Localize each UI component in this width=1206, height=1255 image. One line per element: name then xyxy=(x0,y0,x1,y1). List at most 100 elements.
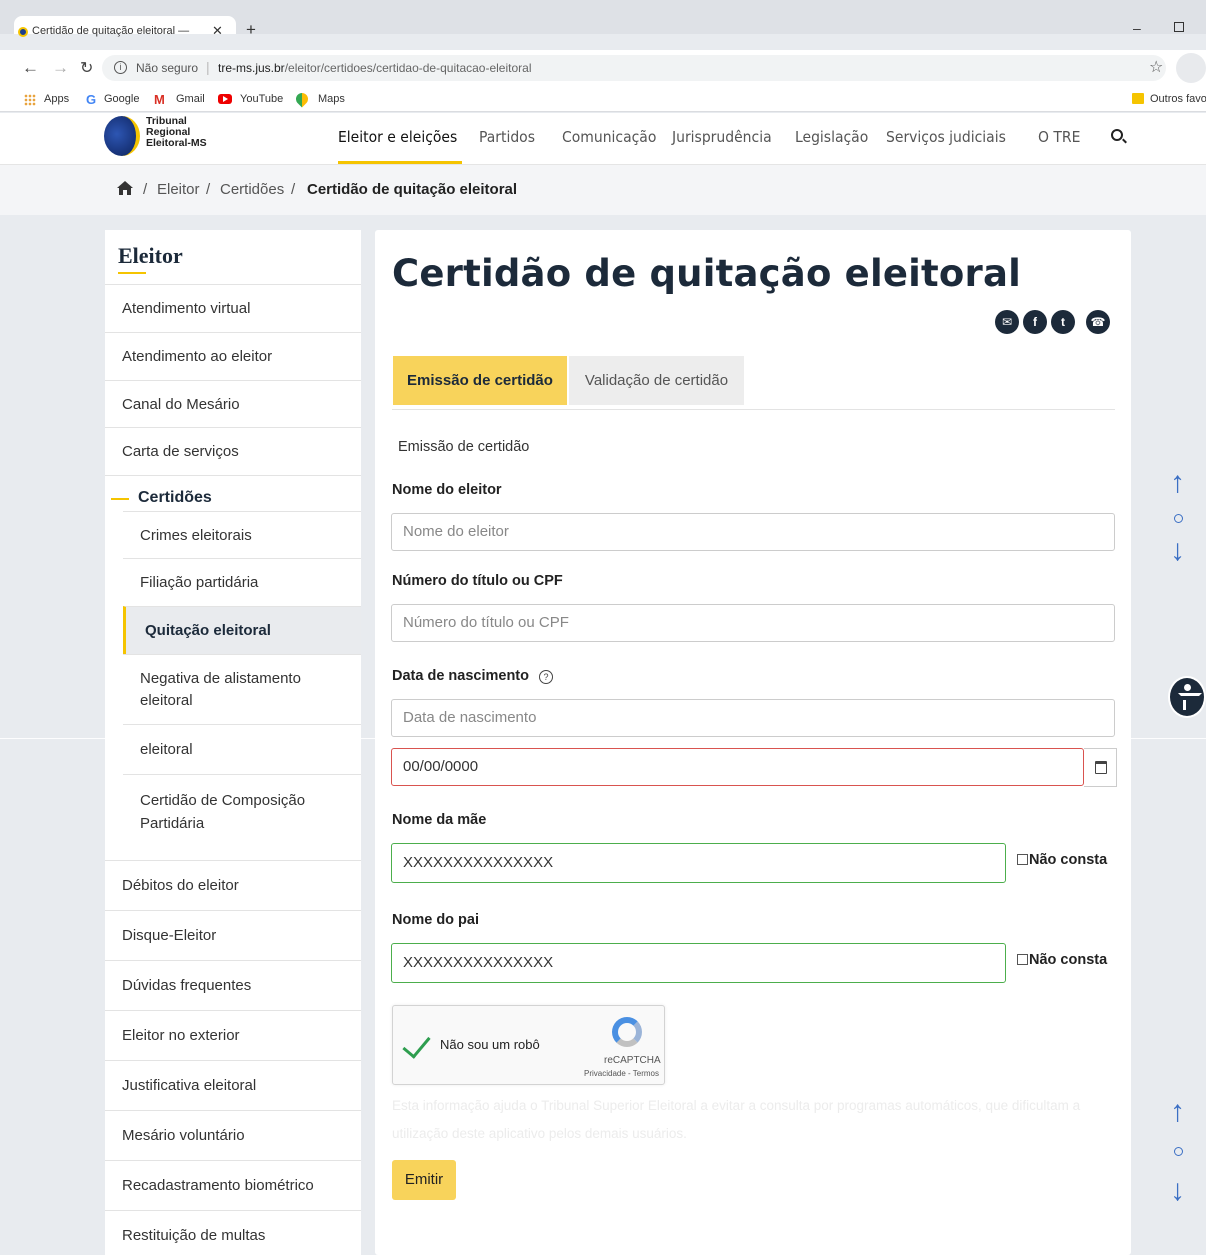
nav-legislacao[interactable]: Legislação xyxy=(795,128,868,146)
sidebar-item-debitos-eleitor[interactable]: Débitos do eleitor xyxy=(105,860,361,910)
twitter-icon[interactable]: t xyxy=(1051,310,1075,334)
breadcrumb-separator: / xyxy=(143,181,148,198)
pai-nao-consta-checkbox[interactable]: Não consta xyxy=(1017,952,1107,968)
sidebar-item-atendimento-eleitor[interactable]: Atendimento ao eleitor xyxy=(105,332,361,380)
whatsapp-icon[interactable]: ☎ xyxy=(1086,310,1110,334)
sidebar-item-justificativa[interactable]: Justificativa eleitoral xyxy=(105,1060,361,1110)
group-dash-icon xyxy=(111,498,129,500)
sidebar-item-eleitor-exterior[interactable]: Eleitor no exterior xyxy=(105,1010,361,1060)
tab-emissao-certidao[interactable]: Emissão de certidão xyxy=(393,356,567,405)
recaptcha-brand: reCAPTCHA xyxy=(604,1055,661,1066)
sidebar-subitem-quitacao-eleitoral[interactable]: Quitação eleitoral xyxy=(123,606,361,654)
data-nascimento-input[interactable]: Data de nascimento xyxy=(391,699,1115,737)
sidebar-subitem-crimes-eleitorais[interactable]: Crimes eleitorais xyxy=(123,511,361,558)
bookmark-apps[interactable]: Apps xyxy=(44,93,69,105)
titulo-cpf-label: Número do título ou CPF xyxy=(392,573,563,589)
new-tab-button[interactable]: + xyxy=(246,20,256,40)
bookmark-youtube[interactable]: YouTube xyxy=(240,93,283,105)
forward-button[interactable]: → xyxy=(52,58,69,78)
recaptcha-logo-icon xyxy=(612,1017,642,1047)
nao-consta-label: Não consta xyxy=(1029,852,1108,868)
recaptcha-links[interactable]: Privacidade - Termos xyxy=(584,1069,659,1078)
tab-validacao-certidao[interactable]: Validação de certidão xyxy=(569,356,744,405)
sidebar-item-disque-eleitor[interactable]: Disque-Eleitor xyxy=(105,910,361,960)
sidebar-item-mesario-voluntario[interactable]: Mesário voluntário xyxy=(105,1110,361,1160)
bookmark-other[interactable]: Outros favo xyxy=(1150,93,1206,105)
bookmark-maps[interactable]: Maps xyxy=(318,93,345,105)
nome-mae-label: Nome da mãe xyxy=(392,812,487,828)
tab-close-icon[interactable]: ✕ xyxy=(212,23,223,39)
sidebar-subitem-negativa-alistamento[interactable]: Negativa de alistamento eleitoral xyxy=(123,654,361,724)
window-restore-button[interactable] xyxy=(1174,22,1184,32)
breadcrumb-eleitor[interactable]: Eleitor xyxy=(157,181,200,198)
nav-active-underline xyxy=(338,161,462,164)
scroll-dot-icon[interactable] xyxy=(1174,514,1183,523)
help-icon[interactable]: ? xyxy=(539,670,553,684)
breadcrumb-certidoes[interactable]: Certidões xyxy=(220,181,284,198)
profile-avatar[interactable] xyxy=(1176,53,1206,83)
scroll-up-icon[interactable]: ↑ xyxy=(1170,1097,1185,1127)
scroll-down-icon[interactable]: ↓ xyxy=(1170,1176,1185,1206)
back-button[interactable]: ← xyxy=(22,58,39,78)
folder-icon xyxy=(1132,93,1144,104)
sidebar-subitem-composicao-partidaria[interactable]: Certidão de Composição Partidária xyxy=(123,774,361,860)
nav-eleitor-eleicoes[interactable]: Eleitor e eleições xyxy=(338,128,457,146)
logo-line: Eleitoral-MS xyxy=(146,137,207,149)
nome-eleitor-input[interactable]: Nome do eleitor xyxy=(391,513,1115,551)
page-divider xyxy=(0,738,1206,739)
nao-consta-label: Não consta xyxy=(1029,952,1108,968)
sidebar-subitem-filiacao-partidaria[interactable]: Filiação partidária xyxy=(123,558,361,606)
breadcrumb-separator: / xyxy=(206,181,211,198)
sidebar-item-atendimento-virtual[interactable]: Atendimento virtual xyxy=(105,284,361,332)
scroll-dot-icon[interactable] xyxy=(1174,1147,1183,1156)
logo-text[interactable]: Tribunal Regional Eleitoral-MS xyxy=(146,116,207,149)
sidebar-subitem-eleitoral[interactable]: eleitoral xyxy=(123,724,361,774)
nav-jurisprudencia[interactable]: Jurisprudência xyxy=(672,128,772,146)
sidebar-item-restituicao-multas[interactable]: Restituição de multas xyxy=(105,1210,361,1255)
url-text[interactable]: tre-ms.jus.br/eleitor/certidoes/certidao… xyxy=(218,61,531,75)
sidebar-item-recadastramento[interactable]: Recadastramento biométrico xyxy=(105,1160,361,1210)
page-title: Certidão de quitação eleitoral xyxy=(392,252,1022,295)
nome-pai-input[interactable]: XXXXXXXXXXXXXXX xyxy=(391,943,1006,983)
checkbox-icon[interactable] xyxy=(1017,954,1028,965)
nome-mae-input[interactable]: XXXXXXXXXXXXXXX xyxy=(391,843,1006,883)
sidebar-group-certidoes[interactable]: Certidões xyxy=(138,489,212,507)
youtube-icon xyxy=(218,94,232,104)
window-minimize-button[interactable]: – xyxy=(1133,20,1141,36)
bookmark-star-icon[interactable]: ☆ xyxy=(1149,57,1163,77)
calendar-icon xyxy=(1095,761,1107,774)
apps-grid-icon[interactable] xyxy=(24,94,36,106)
facebook-icon[interactable]: f xyxy=(1023,310,1047,334)
emitir-button[interactable]: Emitir xyxy=(392,1160,456,1200)
envelope-icon[interactable]: ✉ xyxy=(995,310,1019,334)
sidebar-item-canal-mesario[interactable]: Canal do Mesário xyxy=(105,380,361,427)
accessibility-icon[interactable] xyxy=(1168,676,1206,718)
sidebar-title: Eleitor xyxy=(118,243,183,268)
bookmark-gmail[interactable]: Gmail xyxy=(176,93,205,105)
home-icon[interactable] xyxy=(117,181,133,195)
sidebar-item-carta-servicos[interactable]: Carta de serviços xyxy=(105,427,361,475)
mae-nao-consta-checkbox[interactable]: Não consta xyxy=(1017,852,1107,868)
accessibility-figure xyxy=(1183,700,1186,710)
info-icon[interactable]: i xyxy=(114,61,127,74)
scroll-up-icon[interactable]: ↑ xyxy=(1170,468,1185,498)
data-nascimento-date-input[interactable]: 00/00/0000 xyxy=(391,748,1084,786)
scroll-down-icon[interactable]: ↓ xyxy=(1170,536,1185,566)
nav-comunicacao[interactable]: Comunicação xyxy=(562,128,656,146)
tre-logo-icon[interactable] xyxy=(104,116,140,156)
captcha-label: Não sou um robô xyxy=(440,1037,540,1052)
checkbox-icon[interactable] xyxy=(1017,854,1028,865)
bookmark-google[interactable]: Google xyxy=(104,93,139,105)
search-icon[interactable] xyxy=(1111,129,1123,141)
data-nascimento-label: Data de nascimento xyxy=(392,668,529,684)
reload-button[interactable]: ↻ xyxy=(80,58,93,78)
breadcrumb-current: Certidão de quitação eleitoral xyxy=(307,181,518,198)
url-host: tre-ms.jus.br xyxy=(218,61,285,75)
nav-partidos[interactable]: Partidos xyxy=(479,128,535,146)
not-secure-label: Não seguro xyxy=(136,61,199,75)
titulo-cpf-input[interactable]: Número do título ou CPF xyxy=(391,604,1115,642)
sidebar-item-duvidas-frequentes[interactable]: Dúvidas frequentes xyxy=(105,960,361,1010)
nav-o-tre[interactable]: O TRE xyxy=(1038,128,1080,146)
tab-favicon-icon xyxy=(18,27,28,37)
nav-servicos-judiciais[interactable]: Serviços judiciais xyxy=(886,128,1006,146)
